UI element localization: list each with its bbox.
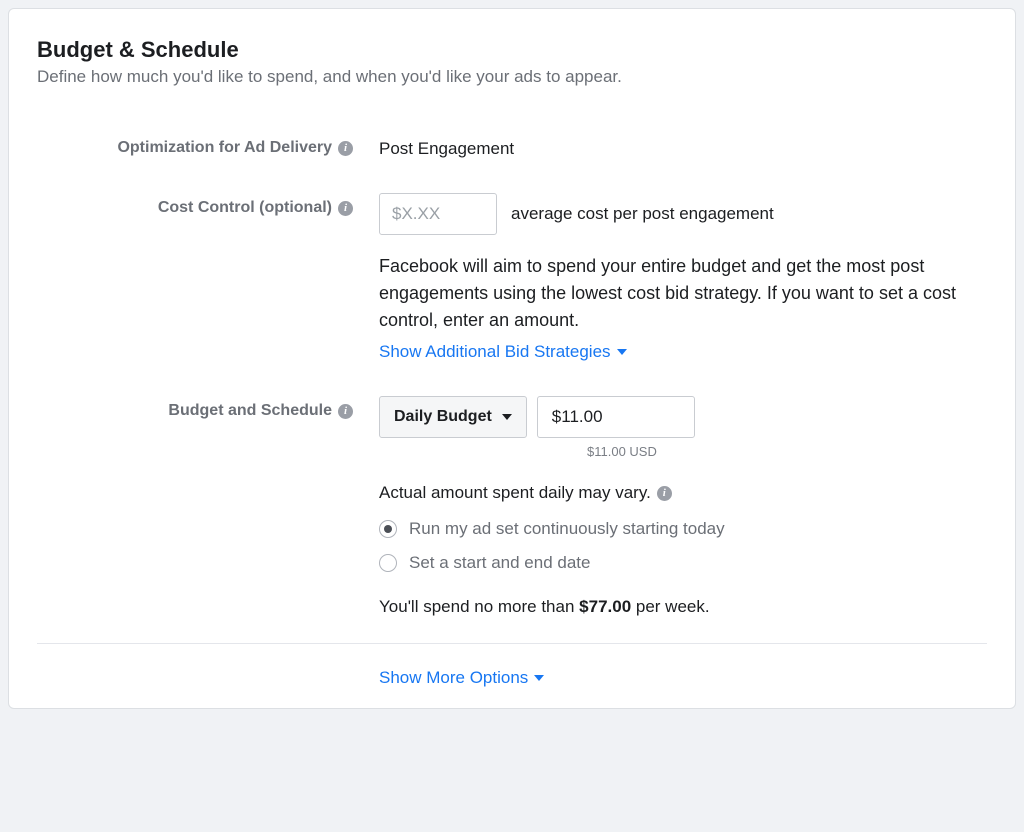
optimization-value: Post Engagement [379,133,987,159]
budget-type-value: Daily Budget [394,408,492,426]
show-more-options-link[interactable]: Show More Options [379,668,544,688]
cost-per-engagement-label: average cost per post engagement [511,204,774,224]
info-icon[interactable]: i [338,201,353,216]
info-icon[interactable]: i [338,404,353,419]
budget-type-dropdown[interactable]: Daily Budget [379,396,527,438]
caret-down-icon [502,414,512,420]
spend-summary: You'll spend no more than $77.00 per wee… [379,597,987,617]
radio-range[interactable] [379,554,397,572]
caret-down-icon [534,675,544,681]
budget-sub-amount: $11.00 USD [587,444,987,459]
actual-spend-note: Actual amount spent daily may vary. [379,483,651,503]
card-title: Budget & Schedule [37,37,987,63]
radio-continuous-label: Run my ad set continuously starting toda… [409,519,725,539]
budget-amount-input[interactable] [537,396,695,438]
caret-down-icon [617,349,627,355]
link-label: Show Additional Bid Strategies [379,342,611,362]
info-icon[interactable]: i [657,486,672,501]
info-icon[interactable]: i [338,141,353,156]
optimization-row: Optimization for Ad Delivery i Post Enga… [37,133,987,159]
optimization-label: Optimization for Ad Delivery [117,139,332,157]
budget-schedule-card: Budget & Schedule Define how much you'd … [8,8,1016,709]
cost-control-row: Cost Control (optional) i average cost p… [37,193,987,362]
radio-range-label: Set a start and end date [409,553,590,573]
radio-continuous[interactable] [379,520,397,538]
radio-range-row[interactable]: Set a start and end date [379,553,987,573]
budget-schedule-label: Budget and Schedule [168,402,332,420]
cost-control-label: Cost Control (optional) [158,199,332,217]
radio-continuous-row[interactable]: Run my ad set continuously starting toda… [379,519,987,539]
card-subtitle: Define how much you'd like to spend, and… [37,67,987,87]
budget-schedule-row: Budget and Schedule i Daily Budget $11.0… [37,396,987,643]
cost-control-helper: Facebook will aim to spend your entire b… [379,253,979,334]
show-more-label: Show More Options [379,668,528,688]
divider [37,643,987,644]
show-additional-bid-strategies-link[interactable]: Show Additional Bid Strategies [379,342,627,362]
cost-control-input[interactable] [379,193,497,235]
